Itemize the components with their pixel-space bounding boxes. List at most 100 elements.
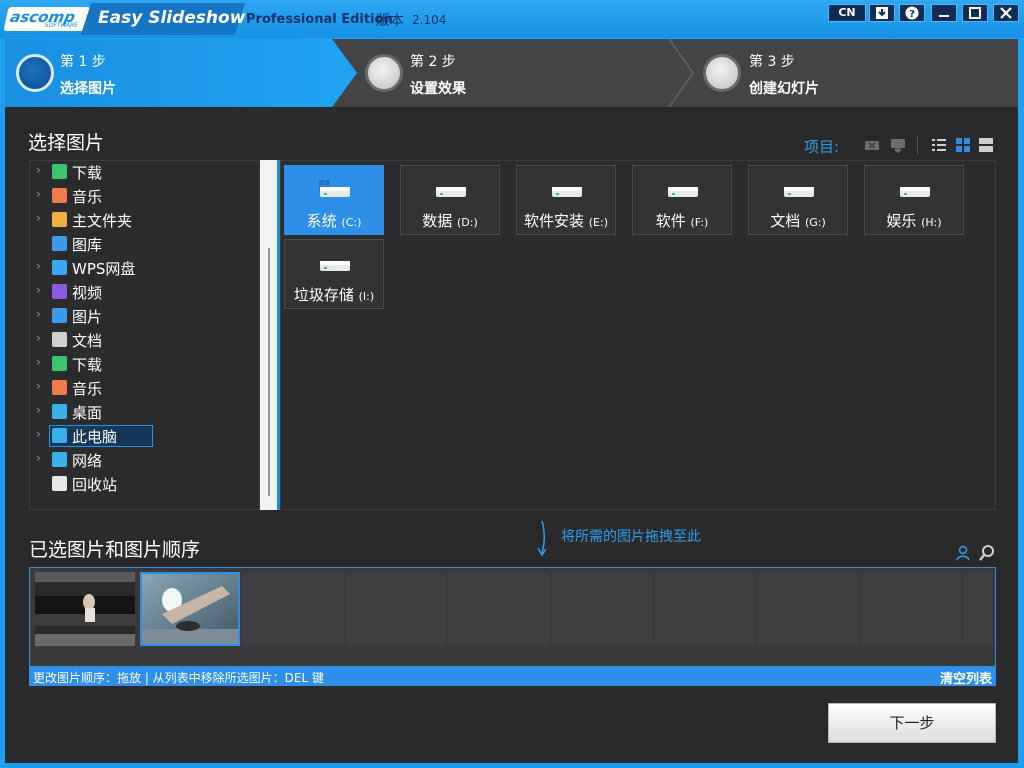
picture-preview [35, 572, 135, 646]
maximize-icon [969, 7, 981, 19]
tree-node[interactable]: 图库 [30, 233, 258, 255]
wizard-step-3[interactable]: 第 3 步 创建幻灯片 [697, 39, 1018, 107]
empty-slot [449, 572, 549, 646]
drive-item[interactable]: 软件安装 (E:) [516, 165, 616, 235]
tree-node[interactable]: › 主文件夹 [30, 209, 258, 231]
expand-arrow-icon[interactable]: › [36, 331, 41, 345]
expand-arrow-icon[interactable]: › [36, 211, 41, 225]
tree-node-label: 图库 [72, 236, 103, 254]
tree-node[interactable]: › WPS网盘 [30, 257, 258, 279]
expand-arrow-icon[interactable]: › [36, 307, 41, 321]
drive-name: 文档 [770, 212, 801, 230]
gallery-icon [52, 236, 67, 251]
app-name: Easy Slideshow [98, 8, 246, 28]
drive-label: 娱乐 (H:) [865, 210, 963, 231]
minimize-button[interactable] [931, 4, 957, 22]
network-icon [52, 452, 67, 467]
drive-item[interactable]: 软件 (F:) [632, 165, 732, 235]
list-view-icon[interactable] [931, 137, 947, 153]
drop-hint: 将所需的图片拖拽至此 [561, 529, 701, 545]
grid-view-icon[interactable] [955, 137, 971, 153]
selected-pictures-title: 已选图片和图片顺序 [29, 539, 201, 561]
hard-drive-icon [900, 187, 930, 197]
tree-node[interactable]: › 下载 [30, 353, 258, 375]
tree-node[interactable]: › 音乐 [30, 377, 258, 399]
wizard-step-2[interactable]: 第 2 步 设置效果 [357, 39, 697, 107]
drive-item[interactable]: 娱乐 (H:) [864, 165, 964, 235]
drive-letter: (C:) [341, 216, 362, 229]
status-bar: 更改图片顺序：拖放 | 从列表中移除所选图片：DEL 键 清空列表 [29, 667, 996, 687]
title-bar: ascomp SOFTWARE Easy Slideshow Professio… [0, 0, 1024, 38]
picture-icon [52, 308, 67, 323]
import-icon[interactable] [890, 137, 906, 153]
expand-arrow-icon[interactable]: › [36, 355, 41, 369]
tree-node[interactable]: › 音乐 [30, 185, 258, 207]
drive-item[interactable]: 垃圾存储 (I:) [284, 239, 384, 309]
search-icon[interactable] [978, 544, 996, 562]
version-label: 版本 [376, 13, 404, 29]
tree-node-label: 网络 [72, 452, 103, 470]
hard-drive-icon [552, 187, 582, 197]
drive-item[interactable]: 文档 (G:) [748, 165, 848, 235]
selected-pictures-strip[interactable] [29, 567, 996, 667]
tree-node-label: 桌面 [72, 404, 103, 422]
expand-arrow-icon[interactable]: › [36, 187, 41, 201]
tree-node-label: 下载 [72, 356, 103, 374]
expand-arrow-icon[interactable]: › [36, 403, 41, 417]
tree-node[interactable]: › 图片 [30, 305, 258, 327]
download-icon [876, 7, 888, 19]
tree-node[interactable]: 回收站 [30, 473, 258, 495]
help-button[interactable]: ? [899, 4, 925, 22]
language-button[interactable]: CN [828, 4, 866, 22]
expand-arrow-icon[interactable]: › [36, 259, 41, 273]
hard-drive-icon [319, 180, 350, 197]
tree-node[interactable]: › 视频 [30, 281, 258, 303]
music-icon [52, 188, 67, 203]
expand-arrow-icon[interactable]: › [36, 163, 41, 177]
desktop-icon [52, 404, 67, 419]
selected-picture-thumbnail-active[interactable] [140, 572, 240, 646]
video-icon [52, 284, 67, 299]
tree-node[interactable]: › 下载 [30, 161, 258, 183]
drive-name: 软件安装 [523, 212, 584, 230]
expand-arrow-icon[interactable]: › [36, 379, 41, 393]
tree-node-label: 音乐 [72, 380, 103, 398]
step-2-number: 第 2 步 [410, 54, 456, 70]
hard-drive-icon [784, 187, 814, 197]
step-3-indicator-icon [703, 54, 741, 92]
drive-label: 系统 (C:) [285, 210, 383, 231]
close-button[interactable] [993, 4, 1019, 22]
home-icon [52, 212, 67, 227]
drive-item[interactable]: 系统 (C:) [284, 165, 384, 235]
drive-label: 垃圾存储 (I:) [285, 284, 383, 305]
user-search-icon[interactable] [955, 545, 971, 561]
update-button[interactable] [869, 4, 895, 22]
tree-node[interactable]: › 网络 [30, 449, 258, 471]
expand-arrow-icon[interactable]: › [36, 283, 41, 297]
wizard-steps: 第 1 步 选择图片 第 2 步 设置效果 第 3 步 创建幻灯片 [5, 39, 1018, 107]
tree-node[interactable]: › 文档 [30, 329, 258, 351]
drop-arrow-icon [537, 520, 547, 557]
expand-arrow-icon[interactable]: › [36, 451, 41, 465]
next-step-button[interactable]: 下一步 [828, 703, 996, 743]
tile-view-icon[interactable] [978, 137, 994, 153]
wizard-step-1[interactable]: 第 1 步 选择图片 [5, 39, 357, 107]
tree-node[interactable]: › 此电脑 [30, 425, 258, 447]
thumbnail-view-icon[interactable] [864, 137, 880, 153]
expand-arrow-icon[interactable]: › [36, 427, 41, 441]
drive-label: 文档 (G:) [749, 210, 847, 231]
computer-icon [52, 428, 67, 443]
drive-label: 软件安装 (E:) [517, 210, 615, 231]
selected-picture-thumbnail[interactable] [35, 572, 135, 646]
tree-scrollbar-thumb[interactable] [268, 248, 270, 496]
tree-node[interactable]: › 桌面 [30, 401, 258, 423]
empty-slot [861, 572, 961, 646]
empty-slot [552, 572, 652, 646]
close-icon [1000, 7, 1012, 19]
drive-letter: (G:) [804, 216, 826, 229]
maximize-button[interactable] [962, 4, 988, 22]
drive-name: 软件 [655, 212, 686, 230]
drive-item[interactable]: 数据 (D:) [400, 165, 500, 235]
step-1-label: 选择图片 [60, 81, 116, 97]
clear-list-button[interactable]: 清空列表 [940, 668, 992, 687]
